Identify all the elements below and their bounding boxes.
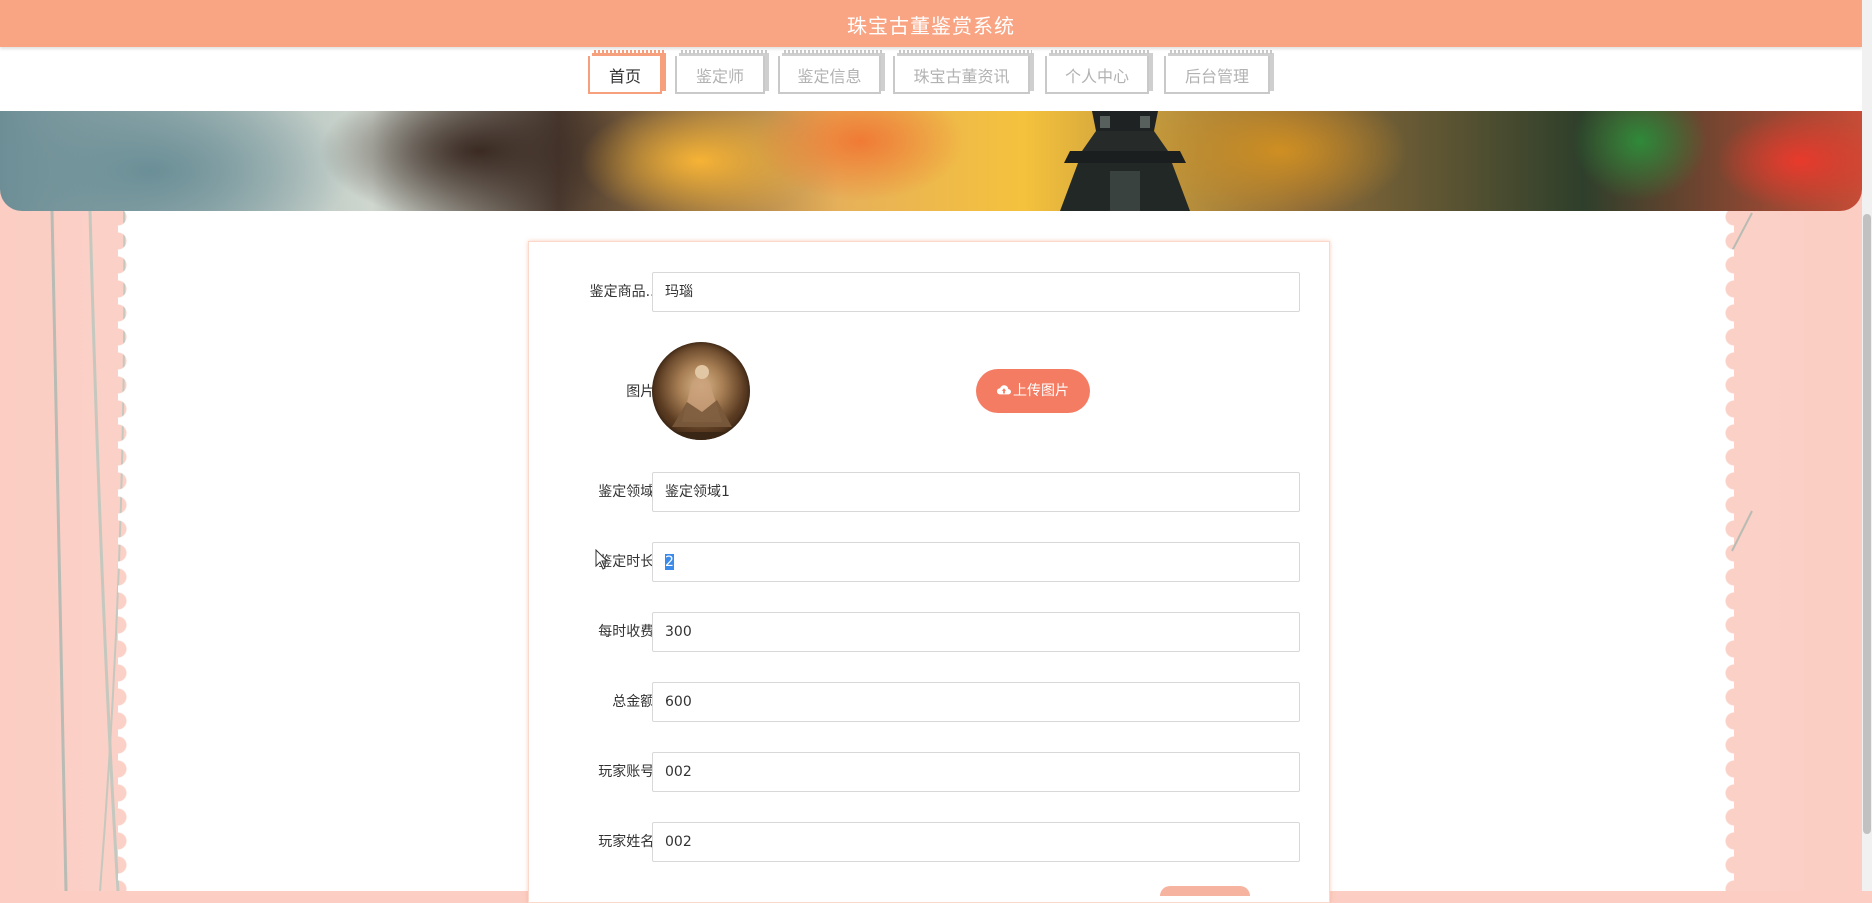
app-title: 珠宝古董鉴赏系统	[847, 14, 1015, 38]
total-input[interactable]: 600	[652, 682, 1300, 722]
duration-value-selected: 2	[665, 554, 674, 570]
nav-tabs: 首页 鉴定师 鉴定信息 珠宝古董资讯 个人中心 后台管理	[0, 50, 1862, 104]
player-account-input[interactable]: 002	[652, 752, 1300, 792]
scallop-border-left	[118, 205, 134, 891]
player-name-input[interactable]: 002	[652, 822, 1300, 862]
form-row-product: 鉴定商品... 玛瑙	[529, 272, 1329, 316]
tab-admin[interactable]: 后台管理	[1164, 50, 1272, 94]
tab-home[interactable]: 首页	[588, 50, 664, 94]
form-row-hourly-fee: 每时收费: 300	[529, 612, 1329, 656]
player-name-label: 玩家姓名:	[598, 834, 659, 850]
cloud-upload-icon	[997, 385, 1011, 395]
antique-figurine-image	[662, 365, 740, 440]
right-decoration	[1731, 212, 1753, 552]
form-row-player-account: 玩家账号: 002	[529, 752, 1329, 796]
tab-personal-center[interactable]: 个人中心	[1045, 50, 1151, 94]
tab-jewelry-news[interactable]: 珠宝古董资讯	[893, 50, 1032, 94]
tab-appraisal-info[interactable]: 鉴定信息	[778, 50, 883, 94]
submit-button-partial[interactable]	[1160, 886, 1250, 896]
field-label: 鉴定领域:	[598, 484, 659, 500]
form-row-total: 总金额: 600	[529, 682, 1329, 726]
product-input[interactable]: 玛瑙	[652, 272, 1300, 312]
scallop-border-right	[1718, 205, 1734, 891]
hourly-fee-input[interactable]: 300	[652, 612, 1300, 652]
product-label: 鉴定商品...	[589, 284, 659, 300]
field-input[interactable]: 鉴定领域1	[652, 472, 1300, 512]
tab-appraisers[interactable]: 鉴定师	[675, 50, 767, 94]
form-row-duration: 鉴定时长: 2	[529, 542, 1329, 586]
header-bar: 珠宝古董鉴赏系统	[0, 0, 1862, 47]
total-label: 总金额:	[612, 694, 659, 710]
player-account-label: 玩家账号:	[598, 764, 659, 780]
upload-image-label: 上传图片	[1013, 383, 1069, 399]
eiffel-tower-image	[1060, 111, 1190, 211]
upload-image-button[interactable]: 上传图片	[976, 369, 1090, 413]
scrollbar-thumb[interactable]	[1863, 214, 1871, 834]
left-decoration	[50, 211, 126, 891]
form-row-field: 鉴定领域: 鉴定领域1	[529, 472, 1329, 516]
product-image	[652, 342, 750, 440]
appraisal-form: 鉴定商品... 玛瑙 图片: 上传图片 鉴定领域: 鉴定领域1 鉴定时长: 2 …	[528, 241, 1330, 903]
mouse-cursor-icon	[595, 549, 609, 570]
scrollbar[interactable]	[1862, 0, 1872, 891]
form-row-player-name: 玩家姓名: 002	[529, 822, 1329, 866]
hourly-fee-label: 每时收费:	[598, 624, 659, 640]
form-row-image: 图片: 上传图片	[529, 342, 1329, 442]
duration-input[interactable]: 2	[652, 542, 1300, 582]
nav-bar: 首页 鉴定师 鉴定信息 珠宝古董资讯 个人中心 后台管理	[0, 47, 1862, 111]
banner-image	[0, 111, 1862, 211]
image-label: 图片:	[626, 384, 659, 400]
